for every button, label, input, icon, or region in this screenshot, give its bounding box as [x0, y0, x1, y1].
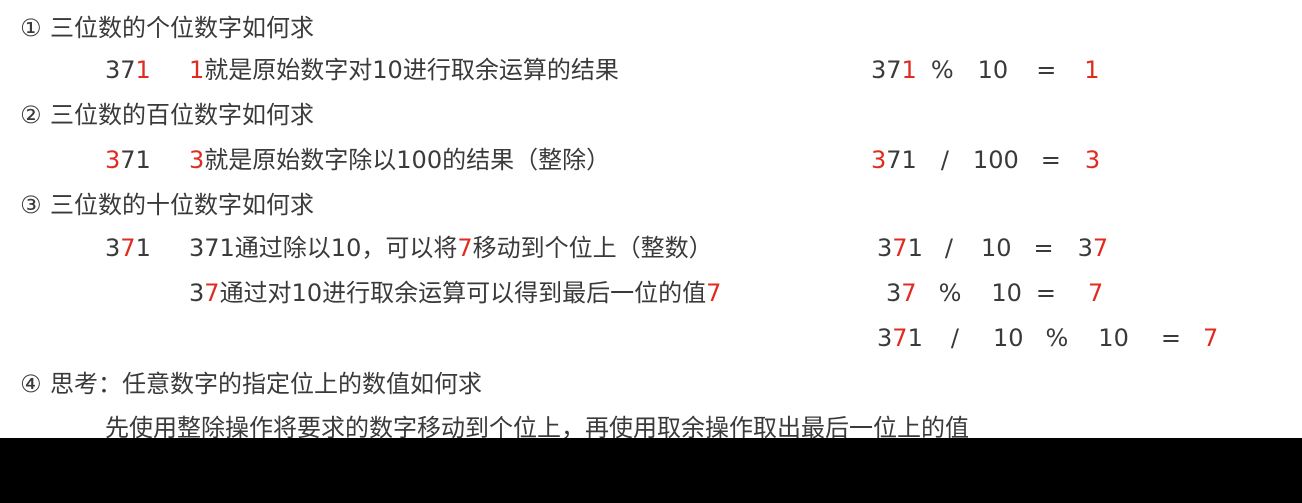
- expr-digits: 1: [907, 324, 923, 352]
- highlight-digit: 3: [189, 146, 205, 174]
- result: 3: [1084, 146, 1101, 174]
- result: 7: [1088, 279, 1104, 307]
- description-text: 通过对10进行取余运算可以得到最后一位的值: [219, 279, 707, 307]
- section-4-number: ④: [20, 370, 42, 398]
- expr-digits: 37: [871, 56, 902, 84]
- equals: =: [1040, 146, 1061, 174]
- result: 7: [1202, 324, 1219, 352]
- example-digits: 3: [105, 234, 121, 262]
- section-3-expression-2: 37% 10 = 7: [886, 278, 1103, 308]
- expr-digits: 3: [877, 324, 893, 352]
- expr-digits: 1: [907, 234, 923, 262]
- description-text: 3: [189, 279, 205, 307]
- section-2-title: 三位数的百位数字如何求: [50, 101, 314, 129]
- operand: 10: [980, 234, 1012, 262]
- operator: %: [930, 56, 954, 84]
- highlight-digit: 7: [1092, 234, 1109, 262]
- section-1-example-number: 371: [105, 55, 151, 85]
- expr-digits: 71: [886, 146, 917, 174]
- description-text: 移动到个位上（整数）: [472, 234, 713, 262]
- highlight-digit: 1: [901, 56, 917, 84]
- black-bottom-bar: [0, 438, 1302, 503]
- highlight-digit: 7: [901, 279, 917, 307]
- expr-digits: 3: [877, 234, 893, 262]
- section-1-heading: ① 三位数的个位数字如何求: [20, 13, 314, 43]
- section-4-title: 思考：任意数字的指定位上的数值如何求: [50, 370, 482, 398]
- operator: /: [940, 146, 949, 174]
- section-3-expression-3: 371/10% 10 = 7: [877, 323, 1218, 353]
- section-1-description: 1就是原始数字对10进行取余运算的结果: [189, 55, 619, 85]
- section-4-heading: ④ 思考：任意数字的指定位上的数值如何求: [20, 369, 482, 399]
- operand: 10: [977, 56, 1009, 84]
- highlight-digit: 7: [457, 234, 473, 262]
- expr-digits: 3: [886, 279, 902, 307]
- section-3-line-2: 37通过对10进行取余运算可以得到最后一位的值7: [189, 278, 721, 308]
- highlight-digit: 7: [204, 279, 220, 307]
- highlight-digit: 3: [105, 146, 121, 174]
- section-2-expression: 371/100 = 3: [871, 145, 1100, 175]
- slide-content: ① 三位数的个位数字如何求 371 1就是原始数字对10进行取余运算的结果 371…: [0, 0, 1302, 438]
- operand: 10: [1098, 324, 1129, 352]
- highlight-digit: 3: [871, 146, 887, 174]
- description-text: 就是原始数字对10进行取余运算的结果: [204, 56, 619, 84]
- section-2-description: 3就是原始数字除以100的结果（整除）: [189, 145, 610, 175]
- example-digits: 37: [105, 56, 136, 84]
- highlight-digit: 7: [892, 234, 908, 262]
- highlight-digit: 1: [189, 56, 205, 84]
- section-1-title: 三位数的个位数字如何求: [50, 14, 314, 42]
- section-2-heading: ② 三位数的百位数字如何求: [20, 100, 314, 130]
- operator: %: [1045, 324, 1069, 352]
- highlight-digit: 7: [706, 279, 722, 307]
- highlight-digit: 7: [120, 234, 136, 262]
- operator: %: [938, 279, 962, 307]
- example-digits: 1: [135, 234, 151, 262]
- result-digit: 3: [1077, 234, 1093, 262]
- equals: =: [1033, 234, 1054, 262]
- section-3-expression-1: 371/10 = 37: [877, 233, 1108, 263]
- section-3-title: 三位数的十位数字如何求: [50, 191, 314, 219]
- equals: =: [1035, 279, 1057, 307]
- operand: 100: [972, 146, 1019, 174]
- example-digits: 71: [120, 146, 151, 174]
- section-3-line-1: 371通过除以10，可以将7移动到个位上（整数）: [189, 233, 713, 263]
- section-2-number: ②: [20, 101, 42, 129]
- section-2-example-number: 371: [105, 145, 151, 175]
- equals: =: [1036, 56, 1057, 84]
- section-4-answer: 先使用整除操作将要求的数字移动到个位上，再使用取余操作取出最后一位上的值: [105, 414, 969, 438]
- section-1-number: ①: [20, 14, 42, 42]
- highlight-digit: 1: [135, 56, 151, 84]
- operator: /: [944, 234, 953, 262]
- operand: 10: [991, 279, 1022, 307]
- section-3-heading: ③ 三位数的十位数字如何求: [20, 190, 314, 220]
- section-1-expression: 371% 10 = 1: [871, 55, 1100, 85]
- equals: =: [1160, 324, 1181, 352]
- operand: 10: [992, 324, 1024, 352]
- description-text: 就是原始数字除以100的结果（整除）: [204, 146, 611, 174]
- operator: /: [950, 324, 959, 352]
- description-text: 371通过除以10，可以将: [189, 234, 458, 262]
- result: 1: [1084, 56, 1100, 84]
- section-3-number: ③: [20, 191, 42, 219]
- highlight-digit: 7: [892, 324, 908, 352]
- section-3-example-number: 371: [105, 233, 151, 263]
